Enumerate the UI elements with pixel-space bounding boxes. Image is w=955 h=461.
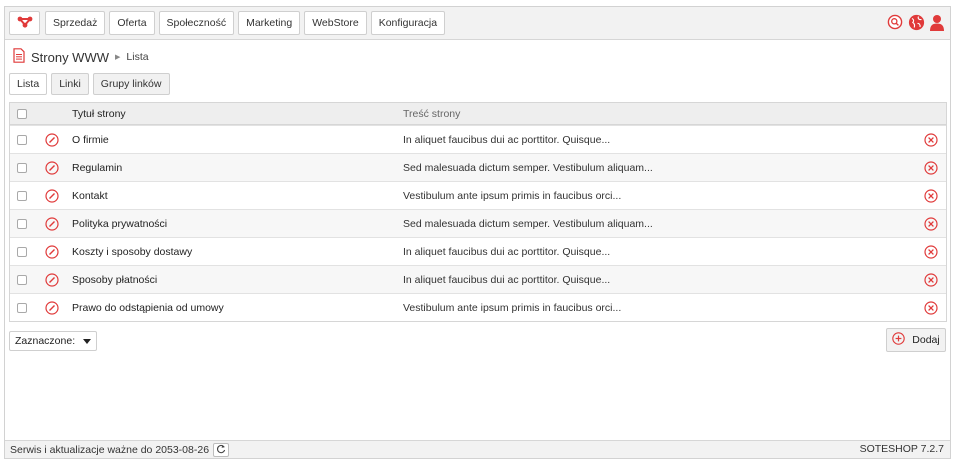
column-header-title[interactable]: Tytuł strony bbox=[72, 108, 126, 120]
top-toolbar: Sprzedaż Oferta Społeczność Marketing We… bbox=[5, 7, 950, 40]
table-row[interactable]: O firmie In aliquet faucibus dui ac port… bbox=[10, 125, 946, 153]
table-row[interactable]: Regulamin Sed malesuada dictum semper. V… bbox=[10, 153, 946, 181]
edit-icon[interactable] bbox=[45, 132, 59, 147]
logo-icon bbox=[17, 16, 33, 31]
refresh-button[interactable] bbox=[213, 443, 230, 457]
delete-icon[interactable] bbox=[924, 188, 938, 203]
row-content: Sed malesuada dictum semper. Vestibulum … bbox=[403, 217, 653, 230]
row-content: In aliquet faucibus dui ac porttitor. Qu… bbox=[403, 133, 611, 146]
table-row[interactable]: Polityka prywatności Sed malesuada dictu… bbox=[10, 209, 946, 237]
add-icon bbox=[892, 332, 906, 348]
delete-icon[interactable] bbox=[924, 300, 938, 315]
row-title[interactable]: Kontakt bbox=[72, 190, 108, 202]
row-content: In aliquet faucibus dui ac porttitor. Qu… bbox=[403, 245, 611, 258]
breadcrumb: Strony WWW ▶ Lista bbox=[13, 48, 149, 66]
refresh-icon bbox=[216, 444, 226, 457]
tab-linki[interactable]: Linki bbox=[51, 73, 89, 95]
breadcrumb-title[interactable]: Strony WWW bbox=[31, 50, 109, 65]
row-checkbox[interactable] bbox=[17, 246, 27, 257]
edit-icon[interactable] bbox=[45, 300, 59, 315]
delete-icon[interactable] bbox=[924, 216, 938, 231]
status-bar: Serwis i aktualizacje ważne do 2053-08-2… bbox=[5, 440, 950, 458]
row-checkbox[interactable] bbox=[17, 134, 27, 145]
row-checkbox[interactable] bbox=[17, 274, 27, 285]
pages-table: Tytuł strony Treść strony O firmie In al… bbox=[9, 102, 947, 322]
chevron-down-icon bbox=[83, 338, 92, 344]
search-icon[interactable] bbox=[886, 13, 904, 31]
table-row[interactable]: Koszty i sposoby dostawy In aliquet fauc… bbox=[10, 237, 946, 265]
row-content: Vestibulum ante ipsum primis in faucibus… bbox=[403, 189, 622, 202]
edit-icon[interactable] bbox=[45, 244, 59, 259]
breadcrumb-current: Lista bbox=[126, 51, 149, 63]
table-header: Tytuł strony Treść strony bbox=[10, 103, 946, 125]
row-content: Sed malesuada dictum semper. Vestibulum … bbox=[403, 161, 653, 174]
table-row[interactable]: Kontakt Vestibulum ante ipsum primis in … bbox=[10, 181, 946, 209]
nav-oferta[interactable]: Oferta bbox=[109, 11, 155, 35]
row-content: In aliquet faucibus dui ac porttitor. Qu… bbox=[403, 273, 611, 286]
select-all-checkbox[interactable] bbox=[17, 108, 27, 119]
document-icon bbox=[13, 48, 25, 66]
tab-lista[interactable]: Lista bbox=[9, 73, 48, 95]
service-expiry-text: Serwis i aktualizacje ważne do 2053-08-2… bbox=[10, 444, 210, 456]
nav-spolecznosc[interactable]: Społeczność bbox=[158, 11, 235, 35]
version-label: SOTESHOP 7.2.7 bbox=[859, 443, 944, 455]
edit-icon[interactable] bbox=[45, 272, 59, 287]
globe-icon[interactable] bbox=[907, 13, 925, 31]
nav-sprzedaz[interactable]: Sprzedaż bbox=[45, 11, 106, 35]
subtabs: Lista Linki Grupy linków bbox=[9, 73, 170, 95]
breadcrumb-separator-icon: ▶ bbox=[115, 54, 121, 61]
row-checkbox[interactable] bbox=[17, 190, 27, 201]
tab-grupy-linkow[interactable]: Grupy linków bbox=[92, 73, 170, 95]
user-icon[interactable] bbox=[928, 13, 946, 31]
top-icons bbox=[886, 13, 946, 31]
edit-icon[interactable] bbox=[45, 160, 59, 175]
delete-icon[interactable] bbox=[924, 272, 938, 287]
delete-icon[interactable] bbox=[924, 244, 938, 259]
column-header-content[interactable]: Treść strony bbox=[403, 108, 460, 120]
row-title[interactable]: Koszty i sposoby dostawy bbox=[72, 246, 192, 258]
table-row[interactable]: Sposoby płatności In aliquet faucibus du… bbox=[10, 265, 946, 293]
logo-button[interactable] bbox=[9, 11, 40, 35]
row-checkbox[interactable] bbox=[17, 162, 27, 173]
main-nav: Sprzedaż Oferta Społeczność Marketing We… bbox=[45, 11, 446, 35]
add-button[interactable]: Dodaj bbox=[886, 328, 946, 352]
row-checkbox[interactable] bbox=[17, 218, 27, 229]
add-button-label: Dodaj bbox=[912, 334, 940, 346]
row-title[interactable]: Polityka prywatności bbox=[72, 218, 167, 230]
row-title[interactable]: O firmie bbox=[72, 134, 109, 146]
delete-icon[interactable] bbox=[924, 132, 938, 147]
bulk-action-select[interactable]: Zaznaczone: bbox=[9, 331, 98, 351]
bulk-action-label: Zaznaczone: bbox=[15, 335, 76, 347]
edit-icon[interactable] bbox=[45, 188, 59, 203]
table-row[interactable]: Prawo do odstąpienia od umowy Vestibulum… bbox=[10, 293, 946, 321]
row-title[interactable]: Regulamin bbox=[72, 162, 122, 174]
row-title[interactable]: Prawo do odstąpienia od umowy bbox=[72, 302, 224, 314]
row-content: Vestibulum ante ipsum primis in faucibus… bbox=[403, 301, 622, 314]
row-title[interactable]: Sposoby płatności bbox=[72, 274, 157, 286]
nav-webstore[interactable]: WebStore bbox=[304, 11, 367, 35]
app-window: Sprzedaż Oferta Społeczność Marketing We… bbox=[4, 6, 951, 459]
delete-icon[interactable] bbox=[924, 160, 938, 175]
edit-icon[interactable] bbox=[45, 216, 59, 231]
nav-konfiguracja[interactable]: Konfiguracja bbox=[370, 11, 446, 35]
row-checkbox[interactable] bbox=[17, 302, 27, 313]
nav-marketing[interactable]: Marketing bbox=[238, 11, 301, 35]
